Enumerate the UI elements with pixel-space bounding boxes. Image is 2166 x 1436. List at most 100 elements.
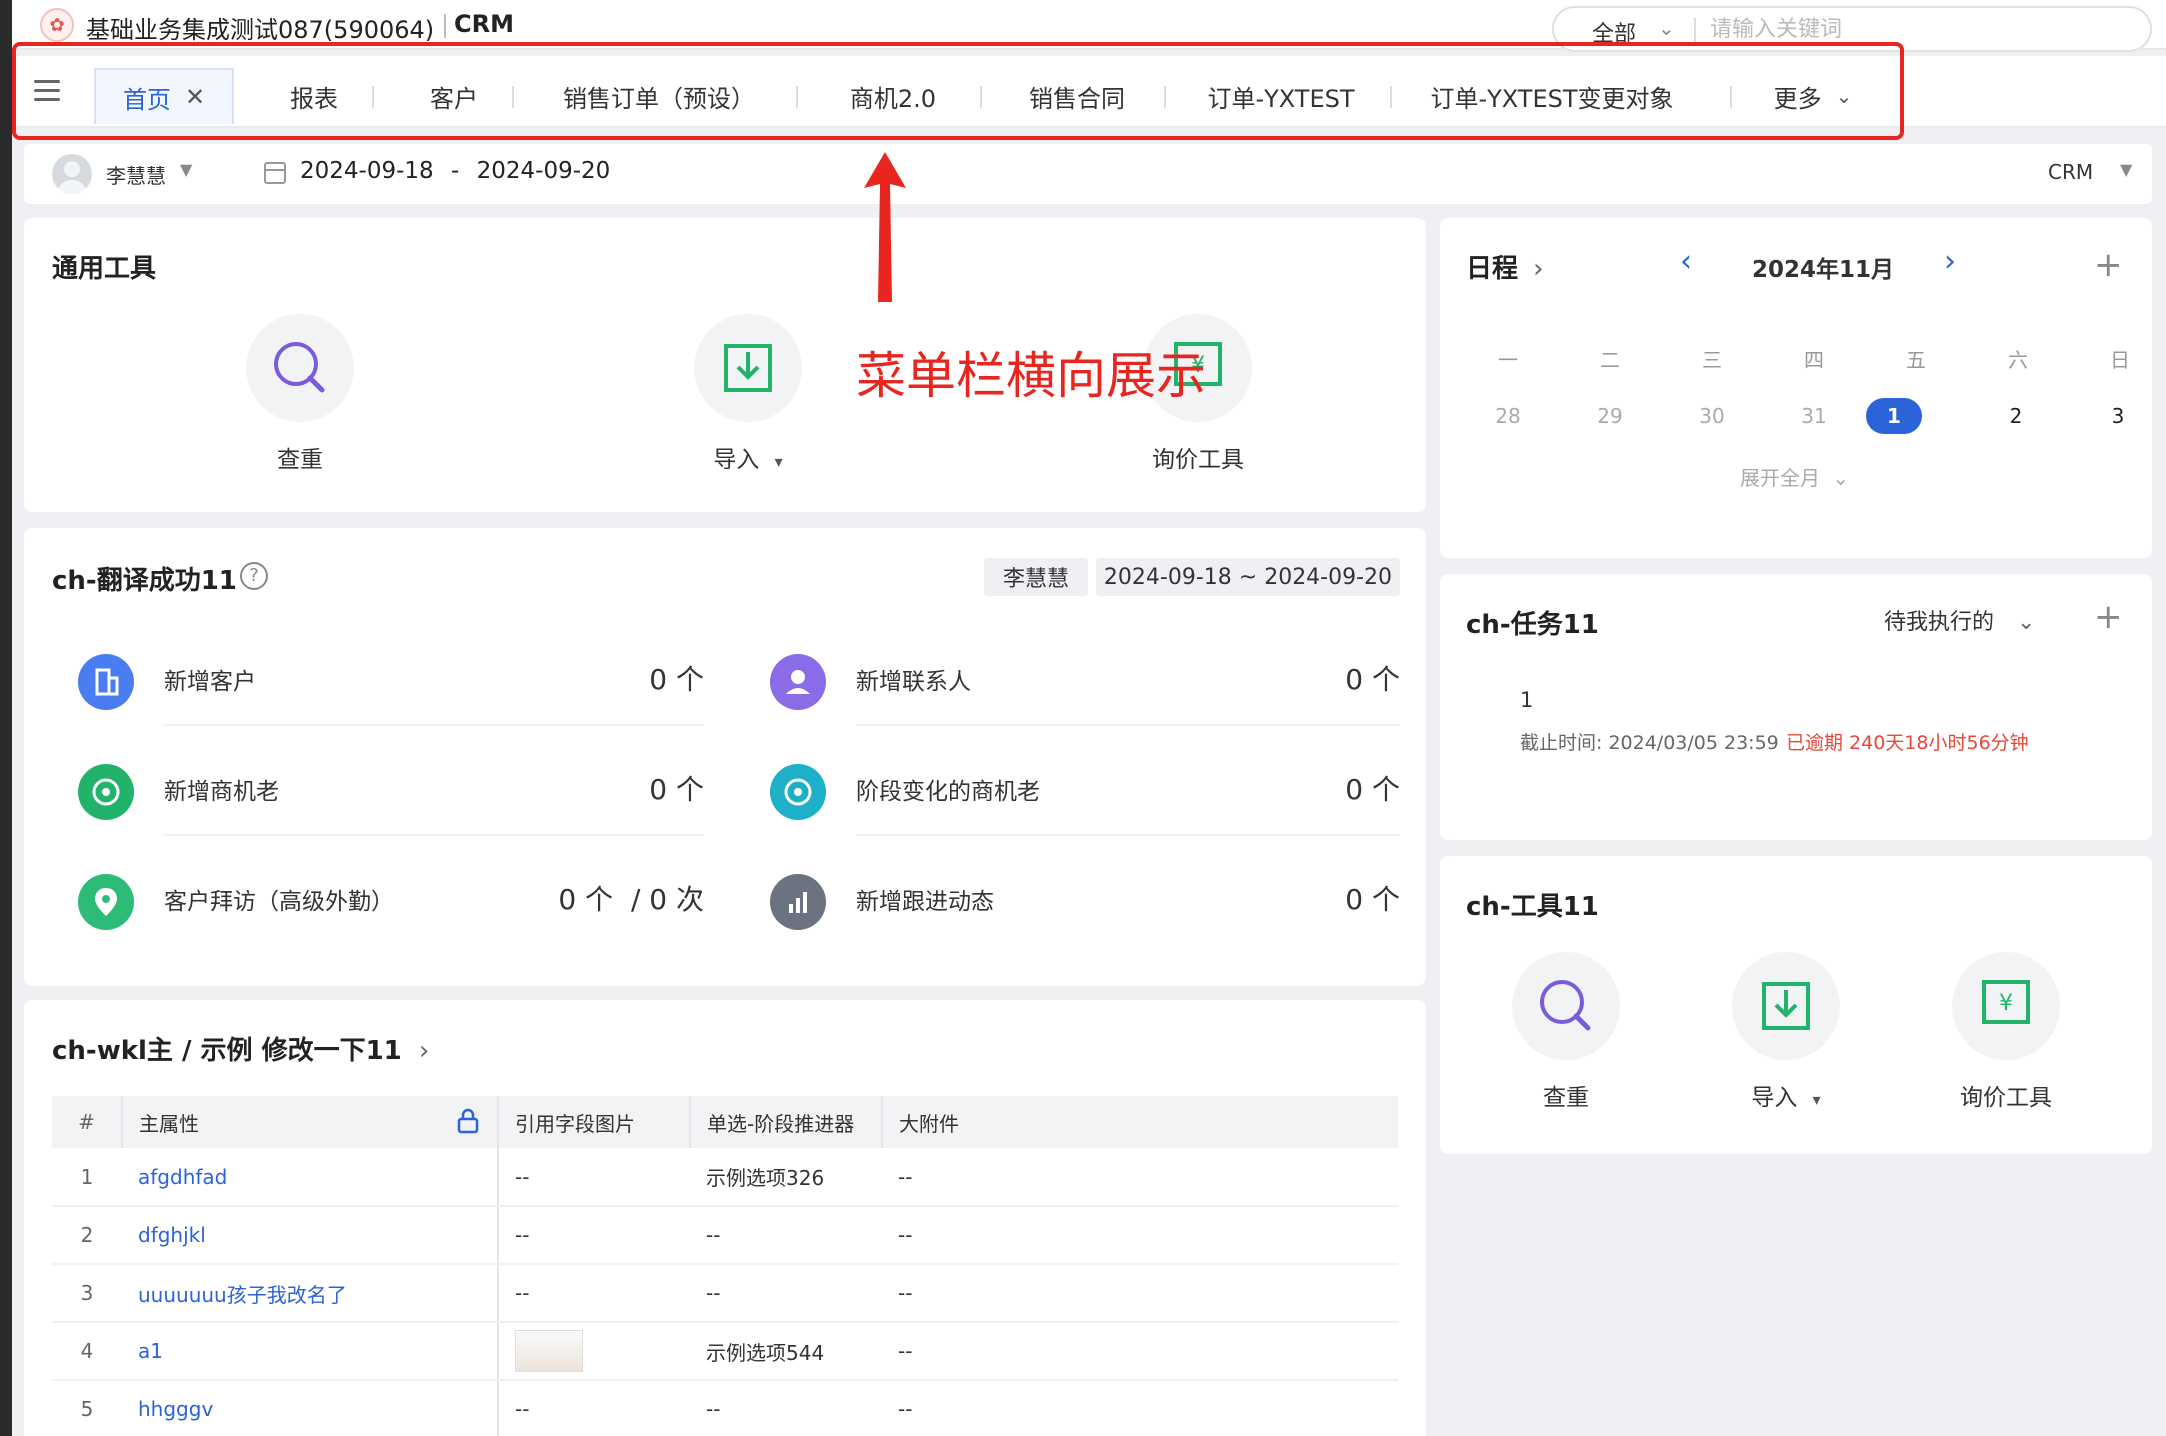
image-thumbnail[interactable]: [515, 1330, 583, 1372]
chevron-right-icon[interactable]: ›: [1533, 254, 1543, 284]
tab-opportunities[interactable]: 商机2.0: [808, 68, 978, 124]
column-header[interactable]: 引用字段图片: [498, 1096, 691, 1148]
tab-sales-contracts[interactable]: 销售合同: [992, 68, 1162, 124]
column-header[interactable]: 大附件: [882, 1096, 1398, 1148]
window-edge: [0, 0, 12, 1436]
task-title[interactable]: 1: [1520, 688, 1533, 712]
expand-month-link[interactable]: 展开全月 ⌄: [1740, 462, 1849, 491]
row-stage: --: [690, 1206, 882, 1265]
app-name: CRM: [454, 10, 514, 38]
date-chip[interactable]: 2024-09-18 ~ 2024-09-20: [1096, 558, 1400, 596]
next-month-icon[interactable]: ›: [1944, 244, 1956, 279]
calendar-day[interactable]: 30: [1684, 398, 1740, 434]
stat-label: 新增商机老: [164, 779, 279, 805]
column-header[interactable]: 单选-阶段推进器: [690, 1096, 883, 1148]
task-filter-select[interactable]: 待我执行的 ⌄: [1884, 604, 2035, 636]
search-scope-select[interactable]: 全部: [1592, 16, 1636, 48]
card-title: ch-任务11: [1466, 610, 1599, 640]
import-icon: [1732, 952, 1840, 1060]
hamburger-menu-icon[interactable]: [34, 80, 60, 102]
prev-month-icon[interactable]: ‹: [1680, 244, 1692, 279]
user-chip[interactable]: 李慧慧: [984, 558, 1088, 596]
tab-home[interactable]: 首页 ✕: [94, 68, 234, 124]
tab-label: 订单-YXTEST: [1207, 84, 1355, 113]
calendar-day-today[interactable]: 1: [1866, 398, 1922, 434]
table-row[interactable]: 5 hhgggv -- -- --: [52, 1380, 1398, 1436]
tab-label: 首页: [122, 85, 171, 114]
row-name-link[interactable]: uuuuuuu孩子我改名了: [122, 1264, 499, 1323]
table-row[interactable]: 1 afgdhfad -- 示例选项326 --: [52, 1148, 1398, 1207]
row-name-link[interactable]: afgdhfad: [122, 1148, 499, 1207]
tab-customers[interactable]: 客户: [384, 68, 524, 124]
calendar-day[interactable]: 29: [1582, 398, 1638, 434]
table-row[interactable]: 4 a1 示例选项544 --: [52, 1322, 1398, 1381]
table-row[interactable]: 3 uuuuuuu孩子我改名了 -- -- --: [52, 1264, 1398, 1323]
card-title[interactable]: ch-wkl主 / 示例 修改一下11 ›: [52, 1030, 429, 1067]
card-title[interactable]: 日程 ›: [1466, 248, 1543, 285]
tool-label: 导入: [713, 447, 760, 473]
close-icon[interactable]: ✕: [185, 83, 205, 111]
tool-import[interactable]: 导入 ▾: [1706, 952, 1866, 1112]
row-name-link[interactable]: dfghjkl: [122, 1206, 499, 1265]
stat-divider: [164, 724, 704, 726]
calendar-day[interactable]: 31: [1786, 398, 1842, 434]
target-icon: [770, 764, 826, 820]
scope-selector[interactable]: CRM: [2048, 160, 2093, 184]
calendar-day[interactable]: 28: [1480, 398, 1536, 434]
menu-tab-bar: 首页 ✕ 报表 客户 销售订单（预设） 商机2.0 销售合同 订单-YXTEST…: [12, 56, 2166, 128]
row-stage: --: [690, 1264, 882, 1323]
contact-icon: [770, 654, 826, 710]
add-icon[interactable]: +: [2094, 600, 2123, 634]
tab-more[interactable]: 更多 ⌄: [1748, 68, 1878, 124]
row-number: 2: [52, 1206, 122, 1265]
tab-order-yxtest[interactable]: 订单-YXTEST: [1176, 68, 1386, 124]
chevron-down-icon[interactable]: ⌄: [1658, 16, 1675, 40]
row-name-link[interactable]: a1: [122, 1322, 499, 1381]
tool-label: 询价工具: [1960, 1085, 2052, 1111]
calendar-icon: [264, 162, 286, 184]
tab-order-yxtest-change[interactable]: 订单-YXTEST变更对象: [1402, 68, 1702, 124]
chevron-down-icon: ⌄: [2017, 610, 2036, 635]
weekday-label: 五: [1906, 348, 1926, 372]
calendar-day[interactable]: 3: [2090, 398, 2146, 434]
global-search: 全部 ⌄: [1552, 6, 2152, 52]
caret-down-icon[interactable]: ▼: [180, 160, 192, 179]
tab-sales-orders[interactable]: 销售订单（预设）: [524, 68, 794, 124]
caret-down-icon[interactable]: ▾: [1813, 1090, 1821, 1109]
search-input[interactable]: [1710, 14, 2130, 44]
user-selector[interactable]: 李慧慧: [106, 160, 166, 189]
row-stage: 示例选项326: [690, 1148, 882, 1207]
tab-reports[interactable]: 报表: [244, 68, 384, 124]
table-row[interactable]: 2 dfghjkl -- -- --: [52, 1206, 1398, 1265]
stat-value: 0 个: [1345, 883, 1400, 916]
tab-divider: [1390, 86, 1392, 108]
stat-divider: [856, 834, 1400, 836]
help-icon[interactable]: ?: [240, 562, 268, 590]
caret-down-icon[interactable]: ▼: [2120, 160, 2132, 179]
tool-dedup[interactable]: 查重: [220, 314, 380, 474]
tool-price-inquiry[interactable]: ¥ 询价工具: [1926, 952, 2086, 1112]
calendar-day[interactable]: 2: [1988, 398, 2044, 434]
card-title-text: ch-wkl主 / 示例 修改一下11: [52, 1036, 402, 1066]
tasks-card: ch-任务11 待我执行的 ⌄ + 1 截止时间: 2024/03/05 23:…: [1440, 574, 2152, 840]
chevron-right-icon[interactable]: ›: [419, 1036, 429, 1066]
avatar[interactable]: [52, 154, 92, 194]
task-filter-label: 待我执行的: [1884, 610, 1995, 635]
stat-label: 新增客户: [164, 669, 256, 695]
column-header[interactable]: 主属性: [122, 1096, 499, 1148]
tool-dedup[interactable]: 查重: [1486, 952, 1646, 1112]
location-pin-icon: [78, 874, 134, 930]
date-range-picker[interactable]: 2024-09-18 - 2024-09-20: [300, 158, 610, 184]
row-file: --: [882, 1264, 1398, 1323]
add-icon[interactable]: +: [2094, 248, 2123, 282]
stat-label: 新增联系人: [856, 669, 971, 695]
row-image[interactable]: [498, 1322, 690, 1381]
tab-divider: [980, 86, 982, 108]
tool-import[interactable]: 导入 ▾: [668, 314, 828, 474]
row-image: --: [498, 1206, 690, 1265]
caret-down-icon[interactable]: ▾: [775, 452, 783, 471]
target-icon: [78, 764, 134, 820]
card-title: ch-翻译成功11: [52, 566, 237, 596]
row-name-link[interactable]: hhgggv: [122, 1380, 499, 1436]
column-header: #: [52, 1096, 123, 1148]
